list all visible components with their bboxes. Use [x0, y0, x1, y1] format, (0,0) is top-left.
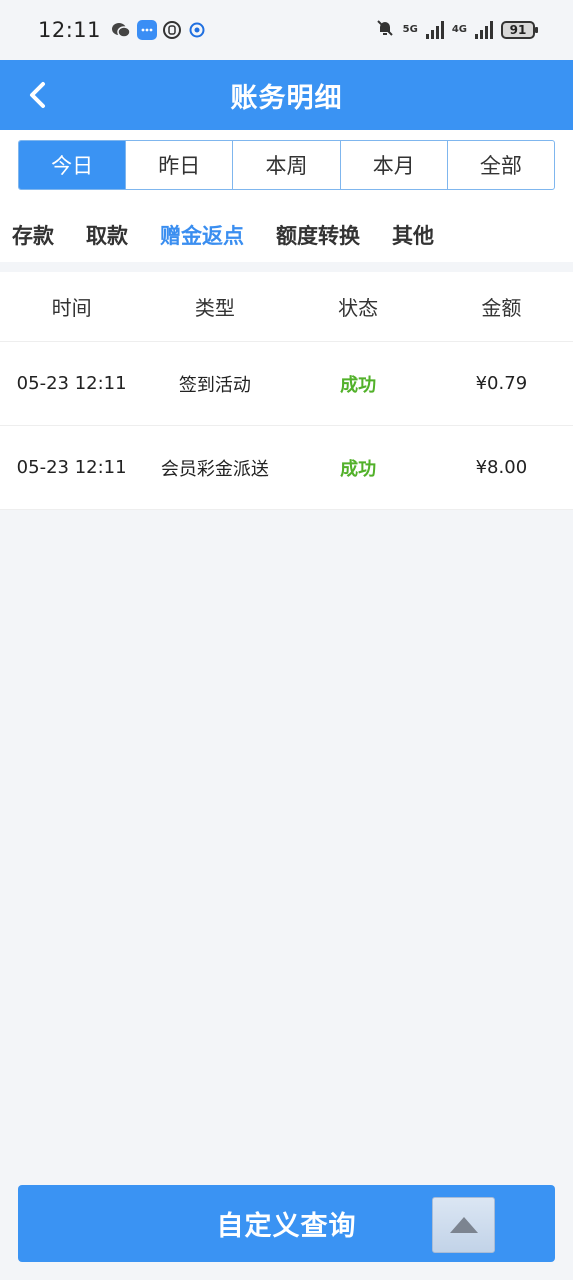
status-time: 12:11 [38, 18, 102, 42]
category-tabs: 存款 取款 赠金返点 额度转换 其他 [12, 210, 434, 260]
header-status: 状态 [338, 296, 379, 320]
message-icon [137, 20, 158, 40]
hand-icon [163, 21, 182, 39]
battery-icon: 91 [501, 21, 538, 39]
header-amount: 金额 [481, 296, 522, 320]
cell-time: 05-23 12:11 [16, 373, 127, 394]
notification-icons [111, 20, 207, 40]
scroll-top-button[interactable] [432, 1197, 495, 1253]
network-4g-label: 4G [451, 24, 467, 35]
table-row[interactable]: 05-23 12:11 会员彩金派送 成功 ¥8.00 [0, 426, 573, 510]
signal-icon [425, 21, 444, 39]
header-time: 时间 [51, 296, 92, 320]
status-bar: 12:11 5G 4G 91 [0, 0, 573, 60]
cell-type: 签到活动 [178, 374, 251, 396]
tab-today[interactable]: 今日 [19, 141, 126, 189]
category-deposit[interactable]: 存款 [12, 220, 54, 250]
category-bonus-rebate[interactable]: 赠金返点 [160, 220, 244, 250]
cell-amount: ¥8.00 [475, 457, 528, 478]
custom-query-button[interactable]: 自定义查询 [18, 1185, 555, 1262]
bell-muted-icon [375, 18, 395, 43]
custom-query-label: 自定义查询 [216, 1211, 357, 1242]
tab-all[interactable]: 全部 [446, 141, 554, 189]
cell-amount: ¥0.79 [475, 373, 528, 394]
category-other[interactable]: 其他 [392, 220, 434, 250]
records-table: 时间 类型 状态 金额 05-23 12:11 签到活动 成功 ¥0.79 05… [0, 272, 573, 510]
header-type: 类型 [194, 296, 235, 320]
cell-type: 会员彩金派送 [160, 458, 269, 480]
page-title: 账务明细 [230, 82, 343, 114]
triangle-up-icon [449, 1217, 478, 1233]
network-5g-label: 5G [402, 24, 418, 35]
app-header: 账务明细 [0, 60, 573, 130]
cell-time: 05-23 12:11 [16, 457, 127, 478]
tab-this-week[interactable]: 本周 [232, 141, 339, 189]
back-button[interactable] [20, 77, 56, 113]
status-right: 5G 4G 91 [375, 18, 538, 43]
signal-icon [475, 21, 493, 39]
app-notification-icon [187, 20, 207, 40]
table-row[interactable]: 05-23 12:11 签到活动 成功 ¥0.79 [0, 342, 573, 426]
tab-this-month[interactable]: 本月 [339, 141, 447, 189]
table-header: 时间 类型 状态 金额 [0, 272, 573, 342]
wechat-icon [111, 20, 131, 40]
cell-status: 成功 [340, 374, 377, 396]
category-transfer[interactable]: 额度转换 [276, 220, 360, 250]
cell-status: 成功 [340, 458, 377, 480]
category-withdraw[interactable]: 取款 [86, 220, 128, 250]
tab-yesterday[interactable]: 昨日 [125, 141, 232, 189]
chevron-left-icon [30, 82, 45, 108]
period-tabs: 今日 昨日 本周 本月 全部 [18, 140, 555, 190]
